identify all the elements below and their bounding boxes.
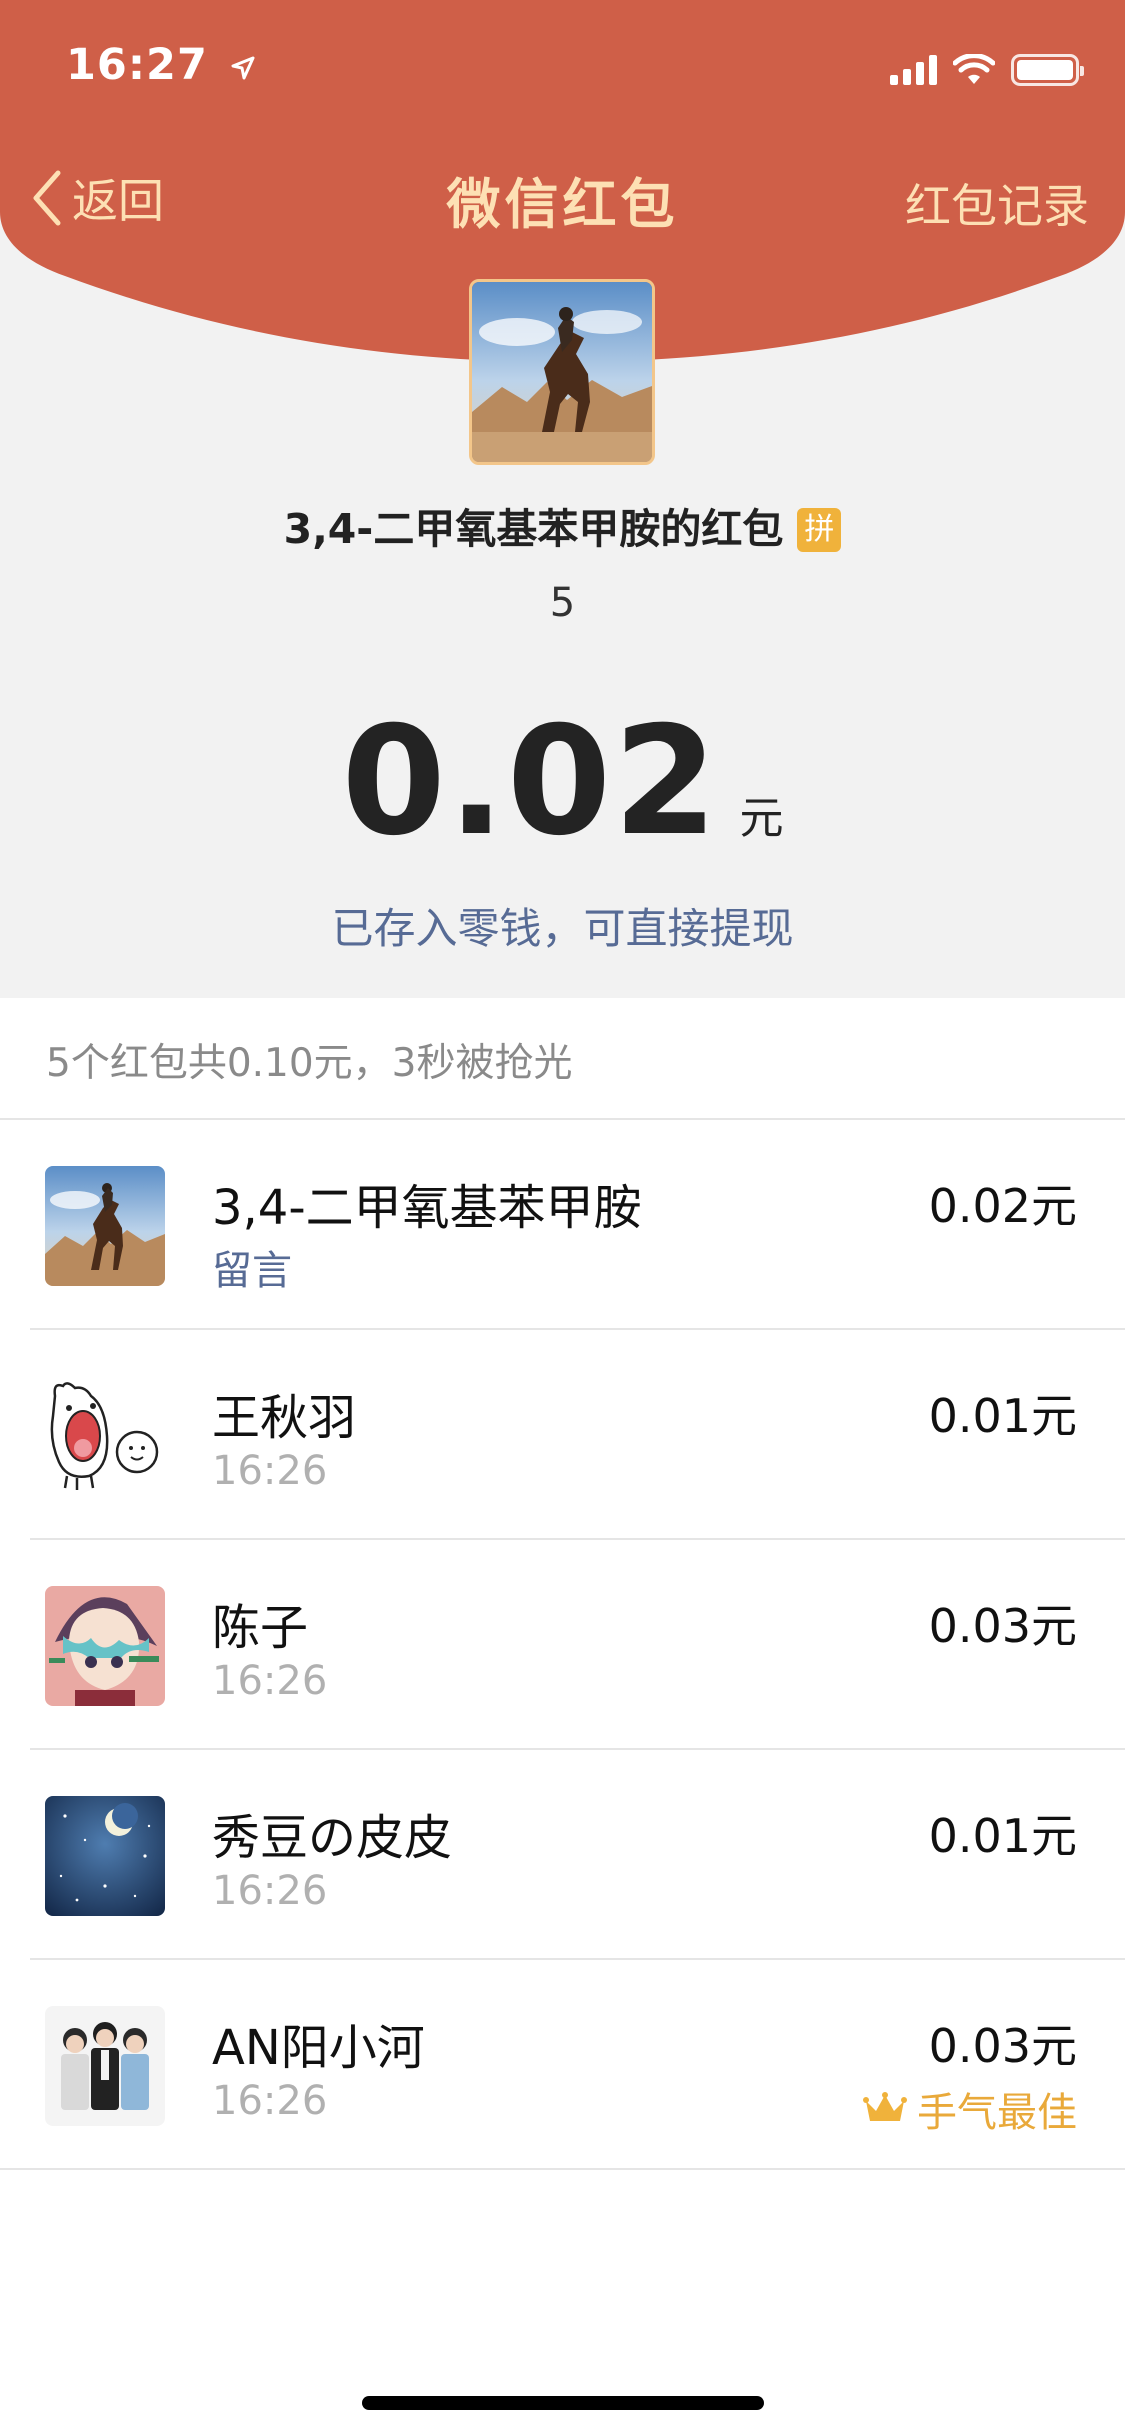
list-item[interactable]: 王秋羽 16:26 0.01元: [0, 1330, 1125, 1540]
list-item[interactable]: 秀豆の皮皮 16:26 0.01元: [0, 1750, 1125, 1960]
status-time: 16:27: [66, 40, 256, 90]
wifi-icon: [953, 54, 995, 84]
red-packet-records-button[interactable]: 红包记录: [905, 170, 1089, 236]
home-indicator[interactable]: [362, 2396, 764, 2410]
recipient-name: 3,4-二甲氧基苯甲胺: [212, 1180, 642, 1236]
horse-rider-image: [472, 282, 652, 462]
amount-unit: 元: [739, 793, 784, 844]
battery-icon: [1011, 54, 1084, 86]
list-item[interactable]: AN阳小河 16:26 0.03元 手气最佳: [0, 1960, 1125, 2170]
horse-rider-avatar: [45, 1166, 165, 1286]
status-indicators: [890, 50, 1084, 90]
recipient-amount: 0.01元: [928, 1389, 1077, 1443]
receive-time: 16:26: [212, 1658, 328, 1704]
recipient-amount: 0.02元: [928, 1179, 1077, 1233]
receive-time: 16:26: [212, 2078, 328, 2124]
recipient-amount: 0.01元: [928, 1809, 1077, 1863]
amount-value: 0.02: [341, 695, 720, 869]
recipient-list: 3,4-二甲氧基苯甲胺 留言 0.02元 王秋羽 16:26 0.01元 陈子 …: [0, 1120, 1125, 2170]
recipient-amount: 0.03元: [928, 2019, 1077, 2073]
crown-icon: [863, 2092, 907, 2121]
list-item[interactable]: 3,4-二甲氧基苯甲胺 留言 0.02元: [0, 1120, 1125, 1330]
cellular-signal-icon: [890, 55, 937, 85]
receive-time: 16:26: [212, 1448, 328, 1494]
deposit-to-balance-link[interactable]: 已存入零钱，可直接提现: [0, 895, 1125, 956]
group-packet-badge: 拼: [797, 508, 842, 552]
recipient-name: 王秋羽: [212, 1390, 357, 1446]
recipient-name: AN阳小河: [212, 2020, 425, 2076]
best-luck-label: 手气最佳: [917, 2090, 1077, 2136]
packet-greeting: 5: [549, 580, 576, 626]
received-amount: 0.02 元: [0, 695, 1125, 869]
packet-summary: 5个红包共0.10元，3秒被抢光: [46, 1041, 573, 1086]
cartoon-rabbit-avatar: [45, 1376, 165, 1496]
best-luck-badge: 手气最佳: [863, 2080, 1077, 2138]
recipient-amount: 0.03元: [928, 1599, 1077, 1653]
anime-girl-avatar: [45, 1586, 165, 1706]
recipient-name: 秀豆の皮皮: [212, 1810, 453, 1866]
location-arrow-icon: [231, 56, 255, 79]
divider: [0, 2168, 1125, 2170]
receive-time: 16:26: [212, 1868, 328, 1914]
group-photo-avatar: [45, 2006, 165, 2126]
recipient-name: 陈子: [212, 1600, 309, 1656]
list-item[interactable]: 陈子 16:26 0.03元: [0, 1540, 1125, 1750]
red-packet-detail-screen: 16:27 返回 微信红包 红包记录 3,4-二甲氧基苯甲胺的红包 拼 5 0.…: [0, 0, 1125, 2436]
night-moon-avatar: [45, 1796, 165, 1916]
leave-message-link[interactable]: 留言: [212, 1238, 292, 1296]
sender-name: 3,4-二甲氧基苯甲胺的红包拼: [0, 495, 1125, 555]
sender-avatar[interactable]: [469, 279, 655, 465]
